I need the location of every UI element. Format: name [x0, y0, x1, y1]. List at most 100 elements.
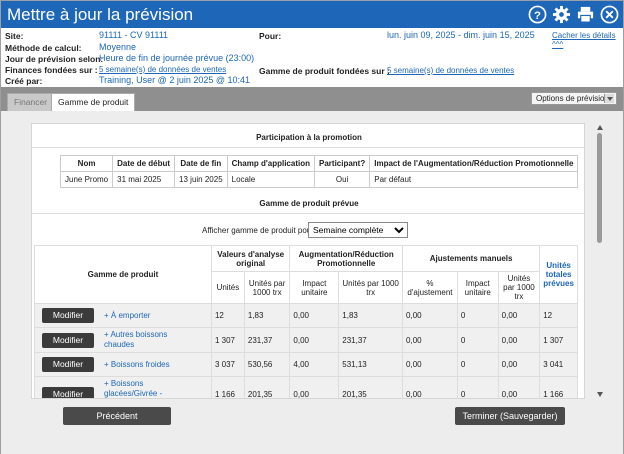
tab-financer[interactable]: Financer	[7, 93, 55, 111]
product-link[interactable]: + Autres boissons chaudes	[104, 330, 178, 350]
sub-header: Impact unitaire	[289, 271, 340, 304]
total-units-header: Unités totales prévues	[539, 245, 578, 304]
chevron-down-icon	[604, 94, 614, 103]
created-value: Training, User @ 2 juin 2025 @ 10:41	[99, 75, 251, 85]
product-col-header: Gamme de produit	[34, 245, 212, 304]
modify-button[interactable]: Modifier	[42, 386, 94, 398]
method-value: Moyenne	[99, 42, 137, 52]
forecast-day-value: Heure de fin de journée prévue (23:00)	[99, 53, 255, 63]
sub-header: Unités par 1000 trx	[338, 271, 404, 304]
value-cell: 0,00	[289, 327, 340, 353]
scroll-up-icon[interactable]	[597, 125, 603, 130]
table-row: Modifier + Boissons glacées/Givrée -modif…	[34, 376, 578, 398]
value-cell: 0,00	[402, 376, 458, 398]
forecast-options-dropdown[interactable]: Options de prévision	[531, 92, 617, 105]
table-row: Modifier + Boissons froides 3 037 530,56 4,0…	[34, 352, 578, 377]
value-cell: 530,56	[243, 352, 291, 377]
gamme-table: Gamme de produit Valeurs d'analyse origi…	[34, 245, 578, 398]
value-cell: 3 037	[210, 352, 245, 377]
gamme-heading: Gamme de produit prévue	[32, 194, 584, 214]
value-cell: 1 166	[210, 376, 245, 398]
gamme-basis-label: Gamme de produit fondées sur :	[259, 66, 390, 76]
value-cell: 0,00	[497, 376, 541, 398]
value-cell: 531,13	[338, 352, 404, 377]
value-cell: 1,83	[243, 303, 291, 328]
scroll-down-icon[interactable]	[597, 392, 603, 397]
created-label: Créé par:	[5, 76, 43, 86]
sub-header: Unités par 1000 trx	[243, 271, 291, 304]
table-row: Modifier + Autres boissons chaudes 1 307 23…	[34, 327, 578, 353]
print-icon[interactable]	[575, 4, 595, 24]
product-link[interactable]: + Boissons froides	[104, 360, 178, 370]
value-cell: 0,00	[402, 303, 458, 328]
manual-group-header: Ajustements manuels	[402, 245, 541, 272]
scroll-panel: Participation à la promotion Nom Date de…	[31, 123, 585, 399]
value-cell: 0	[456, 303, 499, 328]
forecast-info: Site: 91111 - CV 91111 Méthode de calcul…	[1, 28, 623, 86]
close-icon[interactable]	[599, 4, 619, 24]
period-select[interactable]: Semaine complète	[308, 222, 408, 238]
value-cell: 1 166	[539, 376, 578, 398]
table-row: June Promo 31 mai 2025 13 juin 2025 Loca…	[59, 171, 579, 188]
gamme-filter: Afficher gamme de produit pour: Semaine …	[32, 220, 584, 240]
value-cell: 4,00	[289, 352, 340, 377]
modify-button[interactable]: Modifier	[42, 308, 94, 323]
window-title: Mettre à jour la prévision	[7, 5, 194, 24]
value-cell: 1 307	[539, 327, 578, 353]
product-cell: Modifier + À emporter	[34, 303, 212, 328]
value-cell: 0,00	[402, 352, 458, 377]
value-cell: 12	[539, 303, 578, 328]
product-cell: Modifier + Boissons glacées/Givrée -modif	[34, 376, 212, 398]
promo-heading: Participation à la promotion	[32, 128, 584, 148]
value-cell: 1 307	[210, 327, 245, 353]
sub-header: Unités	[210, 271, 245, 304]
promo-start: 31 mai 2025	[112, 171, 176, 188]
scroll-thumb[interactable]	[597, 133, 602, 243]
for-value: lun. juin 09, 2025 - dim. juin 15, 2025	[387, 30, 535, 40]
previous-button[interactable]: Précédent	[63, 407, 171, 425]
svg-text:?: ?	[534, 9, 541, 21]
promo-participant: Oui	[313, 171, 371, 188]
promo-col-header: Impact de l'Augmentation/Réduction Promo…	[369, 155, 579, 172]
value-cell: 1,83	[338, 303, 404, 328]
product-link[interactable]: + Boissons glacées/Givrée -modif	[104, 379, 178, 398]
modify-button[interactable]: Modifier	[42, 357, 94, 372]
product-cell: Modifier + Boissons froides	[34, 352, 212, 377]
sub-header: Unités par 1000 trx	[497, 271, 541, 304]
finances-label: Finances fondées sur :	[5, 65, 98, 75]
hide-details-link[interactable]: Cacher les détails ^^^	[552, 31, 623, 49]
promo-name: June Promo	[59, 171, 114, 188]
promo-col-header: Participant?	[313, 155, 371, 172]
value-cell: 3 041	[539, 352, 578, 377]
value-cell: 0	[456, 352, 499, 377]
tab-strip: Financer Gamme de produit Options de pré…	[1, 87, 623, 111]
site-value: 91111 - CV 91111	[99, 30, 169, 40]
tab-gamme-de-produit[interactable]: Gamme de produit	[51, 93, 136, 111]
forecast-window: Mettre à jour la prévision ? Site: 91111…	[0, 0, 624, 454]
promo-col-header: Date de fin	[174, 155, 228, 172]
value-cell: 201,35	[243, 376, 291, 398]
help-icon[interactable]: ?	[527, 4, 547, 24]
gear-icon[interactable]	[551, 4, 571, 24]
vertical-scrollbar[interactable]	[595, 123, 605, 399]
content-area: Participation à la promotion Nom Date de…	[1, 111, 623, 454]
value-cell: 231,37	[243, 327, 291, 353]
value-cell: 0	[456, 376, 499, 398]
finish-save-button[interactable]: Terminer (Sauvegarder)	[455, 407, 565, 425]
promo-group-header: Augmentation/Réduction Promotionnelle	[289, 245, 404, 272]
table-row: Modifier + À emporter 12 1,83 0,00 1,83 0,00 0 0…	[34, 303, 578, 328]
modify-button[interactable]: Modifier	[42, 332, 94, 348]
for-label: Pour:	[259, 31, 282, 41]
site-label: Site:	[5, 31, 24, 41]
gamme-basis-link[interactable]: 5 semaine(s) de données de ventes	[387, 66, 514, 75]
product-link[interactable]: + À emporter	[104, 311, 178, 321]
promo-col-header: Date de début	[112, 155, 176, 172]
value-cell: 0,00	[497, 352, 541, 377]
title-bar: Mettre à jour la prévision ?	[1, 1, 623, 28]
finances-link[interactable]: 5 semaine(s) de données de ventes	[99, 65, 226, 74]
value-cell: 0	[456, 327, 499, 353]
value-cell: 0,00	[402, 327, 458, 353]
value-cell: 0,00	[289, 376, 340, 398]
forecast-day-label: Jour de prévision selon:	[5, 54, 104, 64]
sub-header: % d'ajustement	[402, 271, 458, 304]
